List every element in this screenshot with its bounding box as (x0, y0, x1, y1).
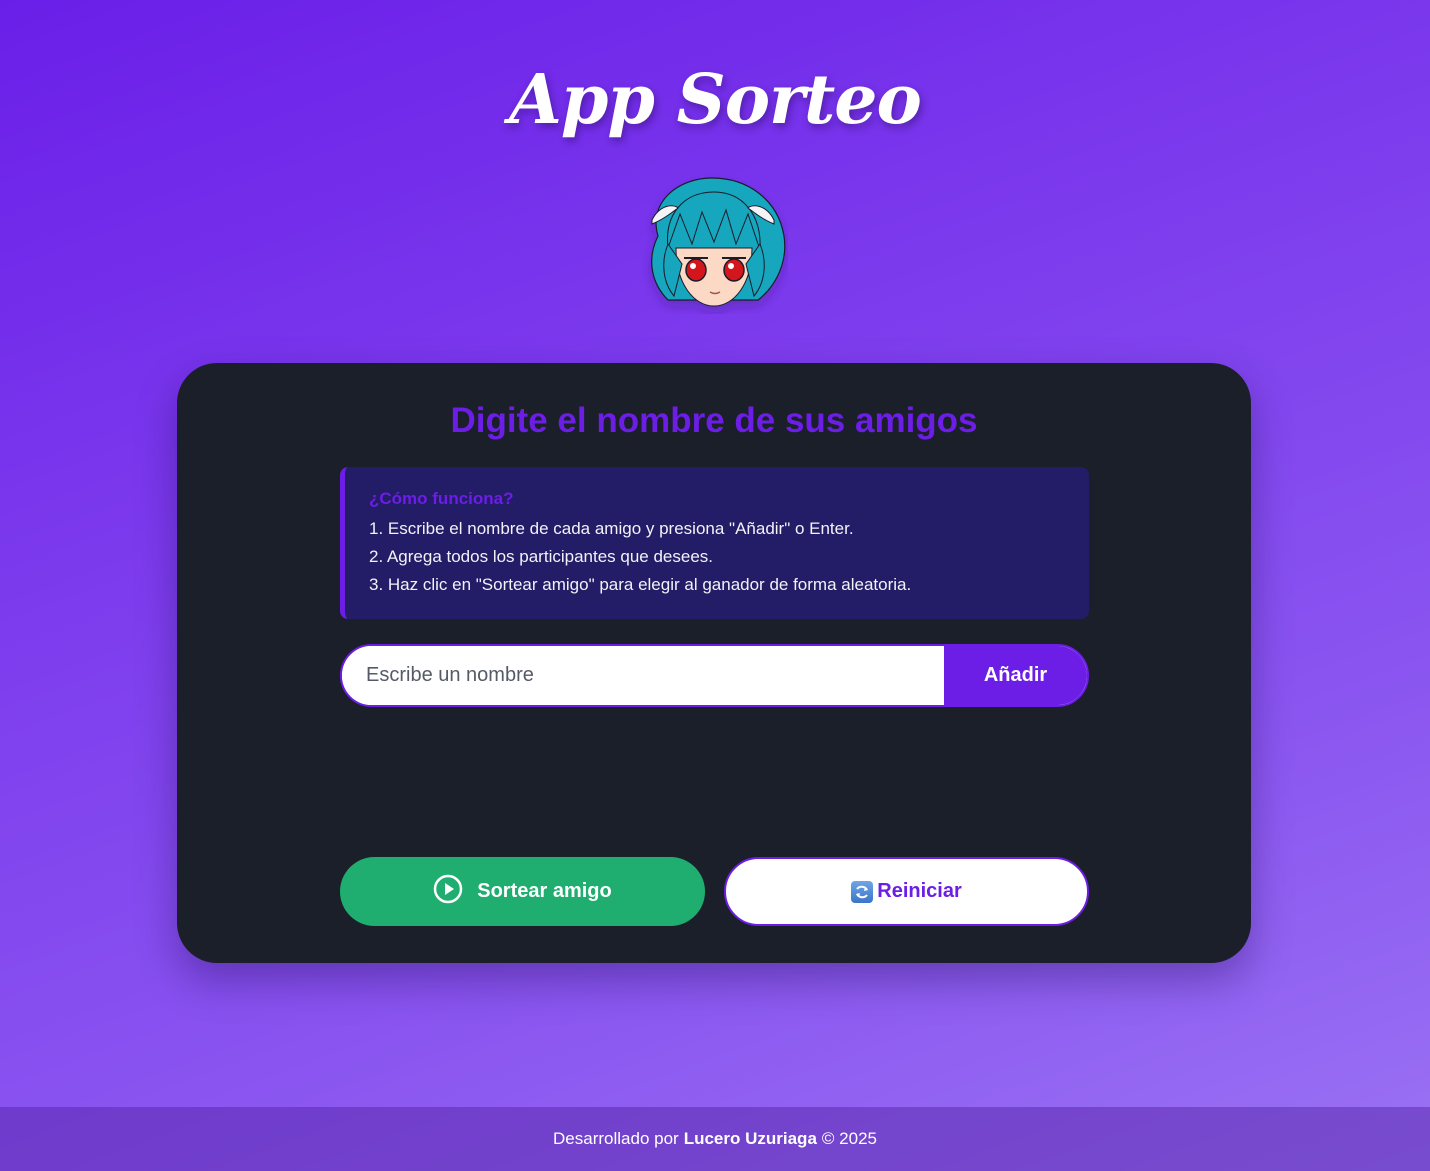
instruction-step: 3. Haz clic en "Sortear amigo" para eleg… (369, 575, 912, 594)
play-icon (433, 874, 463, 910)
footer-author: Lucero Uzuriaga (683, 1129, 817, 1148)
page-header: App Sorteo (0, 60, 1430, 140)
instruction-step: 2. Agrega todos los participantes que de… (369, 547, 714, 566)
friends-list (340, 723, 1089, 843)
refresh-icon (851, 880, 874, 903)
add-name-form: Añadir (340, 644, 1089, 707)
main-card: Digite el nombre de sus amigos ¿Cómo fun… (177, 363, 1251, 963)
avatar (638, 174, 788, 314)
name-input[interactable] (342, 646, 944, 705)
instruction-step: 1. Escribe el nombre de cada amigo y pre… (369, 519, 854, 538)
reset-label: Reiniciar (877, 880, 962, 902)
instructions-title: ¿Cómo funciona? (369, 489, 514, 508)
footer-prefix: Desarrollado por (553, 1129, 679, 1148)
footer-copyright: © 2025 (821, 1129, 877, 1148)
reset-button[interactable]: Reiniciar (724, 857, 1089, 926)
draw-friend-button[interactable]: Sortear amigo (340, 857, 705, 926)
instructions-box: ¿Cómo funciona? 1. Escribe el nombre de … (340, 467, 1089, 619)
page-title: App Sorteo (509, 60, 922, 140)
card-title: Digite el nombre de sus amigos (450, 401, 978, 440)
add-button[interactable]: Añadir (944, 646, 1087, 705)
page-footer: Desarrollado por Lucero Uzuriaga © 2025 (0, 1107, 1430, 1171)
draw-friend-label: Sortear amigo (477, 880, 612, 902)
